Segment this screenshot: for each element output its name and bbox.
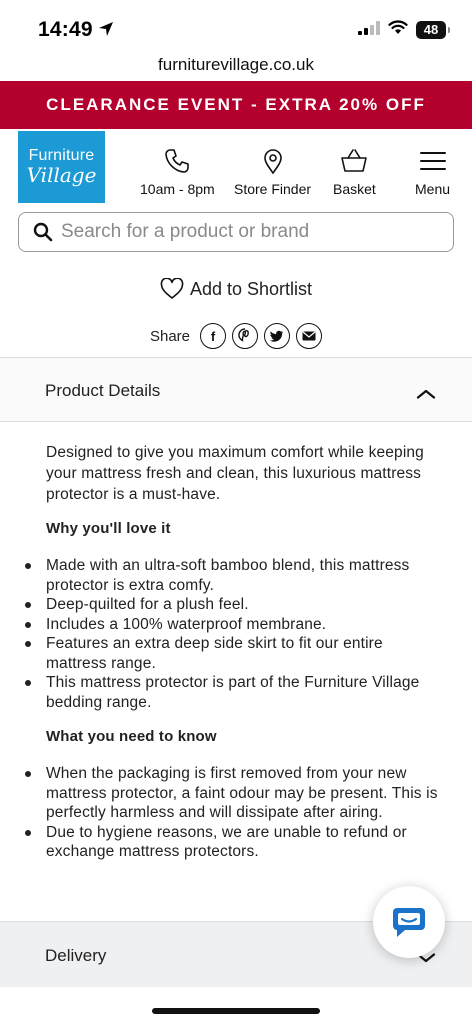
email-icon[interactable] <box>296 323 323 349</box>
product-details-accordion[interactable]: Product Details <box>0 357 472 422</box>
love-heading: Why you'll love it <box>46 520 171 537</box>
hamburger-icon <box>419 152 446 170</box>
list-item: Due to hygiene reasons, we are unable to… <box>25 823 446 862</box>
chevron-up-icon <box>416 386 436 404</box>
phone-icon <box>165 149 190 173</box>
browser-url[interactable]: furniturevillage.co.uk <box>0 52 472 80</box>
search-input[interactable] <box>61 221 441 243</box>
promo-banner[interactable]: CLEARANCE EVENT - EXTRA 20% OFF <box>0 81 472 129</box>
love-list: Made with an ultra-soft bamboo blend, th… <box>25 556 446 712</box>
home-indicator[interactable] <box>152 1008 320 1014</box>
product-details-content: Designed to give you maximum comfort whi… <box>25 442 446 876</box>
live-chat-button[interactable] <box>373 886 445 958</box>
share-label: Share <box>149 327 191 345</box>
share-row: Share f <box>0 323 472 349</box>
basket-icon <box>341 149 368 172</box>
list-item: When the packaging is first removed from… <box>25 764 446 823</box>
nav-label-store-finder: Store Finder <box>234 181 312 197</box>
nav-basket[interactable]: Basket <box>333 147 376 197</box>
status-time: 14:49 <box>38 18 93 41</box>
pinterest-icon[interactable] <box>232 323 259 349</box>
list-item: This mattress protector is part of the F… <box>25 673 446 712</box>
facebook-icon[interactable]: f <box>200 323 227 349</box>
site-header: Furniture Village 10am - 8pm Store Finde… <box>0 129 472 209</box>
list-item: Features an extra deep side skirt to fit… <box>25 634 446 673</box>
nav-label-basket: Basket <box>333 181 376 197</box>
search-icon <box>33 222 53 242</box>
list-item: Includes a 100% waterproof membrane. <box>25 615 446 635</box>
details-intro: Designed to give you maximum comfort whi… <box>46 444 424 503</box>
know-heading: What you need to know <box>46 728 217 745</box>
list-item: Deep-quilted for a plush feel. <box>25 595 446 615</box>
delivery-heading: Delivery <box>45 946 107 965</box>
search-bar[interactable] <box>18 212 454 252</box>
list-item: Made with an ultra-soft bamboo blend, th… <box>25 556 446 595</box>
nav-menu[interactable]: Menu <box>415 147 450 197</box>
browser-bottom-area <box>0 987 472 1024</box>
battery-icon: 48 <box>416 21 450 39</box>
location-arrow-icon <box>98 21 114 42</box>
status-bar: 14:49 48 <box>0 0 472 50</box>
status-indicators: 48 <box>358 20 450 40</box>
shortlist-label: Add to Shortlist <box>189 278 313 299</box>
product-details-heading: Product Details <box>45 381 161 400</box>
nav-opening-hours[interactable]: 10am - 8pm <box>140 147 215 197</box>
location-pin-icon <box>263 149 282 175</box>
add-to-shortlist-button[interactable]: Add to Shortlist <box>0 278 472 300</box>
nav-store-finder[interactable]: Store Finder <box>234 147 311 197</box>
nav-label-hours: 10am - 8pm <box>140 181 215 197</box>
wifi-icon <box>388 20 408 40</box>
furniture-village-logo[interactable]: Furniture Village <box>18 131 105 203</box>
cellular-signal-icon <box>358 20 380 40</box>
twitter-icon[interactable] <box>264 323 291 349</box>
logo-line2: Village <box>26 163 97 187</box>
nav-label-menu: Menu <box>415 181 451 197</box>
chat-bubble-icon <box>393 908 425 937</box>
heart-icon <box>160 278 184 299</box>
know-list: When the packaging is first removed from… <box>25 764 446 862</box>
